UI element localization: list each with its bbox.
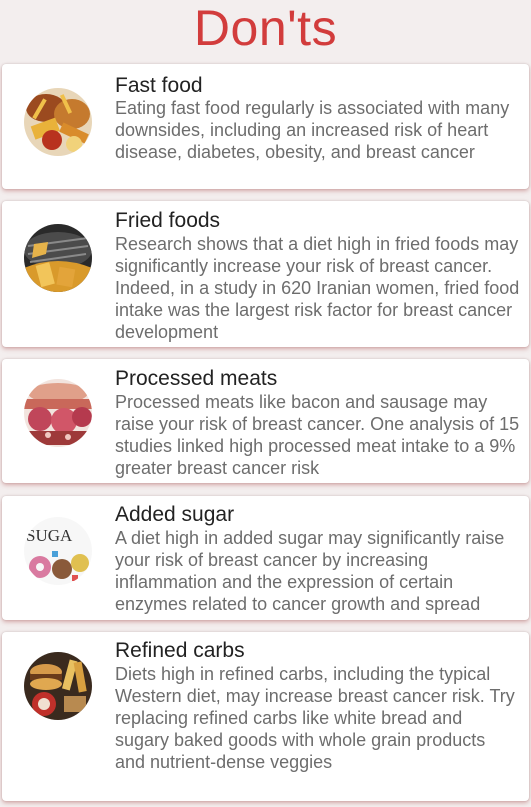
list-item-processed-meats[interactable]: Processed meats Processed meats like bac… bbox=[2, 359, 529, 483]
processed-meats-image bbox=[24, 379, 92, 447]
item-description: Processed meats like bacon and sausage m… bbox=[115, 392, 520, 478]
sugar-word-image-text: SUGA bbox=[26, 526, 73, 545]
item-title: Added sugar bbox=[115, 503, 235, 526]
page-title: Don'ts bbox=[193, 0, 338, 56]
list-item-fried-foods[interactable]: Fried foods Research shows that a diet h… bbox=[2, 201, 529, 347]
item-title: Fried foods bbox=[115, 209, 221, 232]
item-title: Fast food bbox=[115, 74, 203, 97]
refined-carbs-image bbox=[24, 652, 92, 720]
added-sugar-image: SUGA bbox=[24, 517, 92, 585]
list-item-refined-carbs[interactable]: Refined carbs Diets high in refined carb… bbox=[2, 632, 529, 801]
item-description: Eating fast food regularly is associated… bbox=[115, 98, 510, 162]
item-description: Diets high in refined carbs, including t… bbox=[115, 664, 515, 772]
list-item-added-sugar[interactable]: SUGA Added sugar A diet high in added su… bbox=[2, 496, 529, 620]
item-description: Research shows that a diet high in fried… bbox=[115, 234, 520, 342]
item-description: A diet high in added sugar may significa… bbox=[115, 528, 505, 614]
item-title: Processed meats bbox=[115, 367, 278, 390]
fried-foods-image bbox=[24, 224, 92, 292]
fast-food-image bbox=[24, 88, 92, 156]
item-title: Refined carbs bbox=[115, 639, 245, 662]
list-item-fast-food[interactable]: Fast food Eating fast food regularly is … bbox=[2, 64, 529, 189]
